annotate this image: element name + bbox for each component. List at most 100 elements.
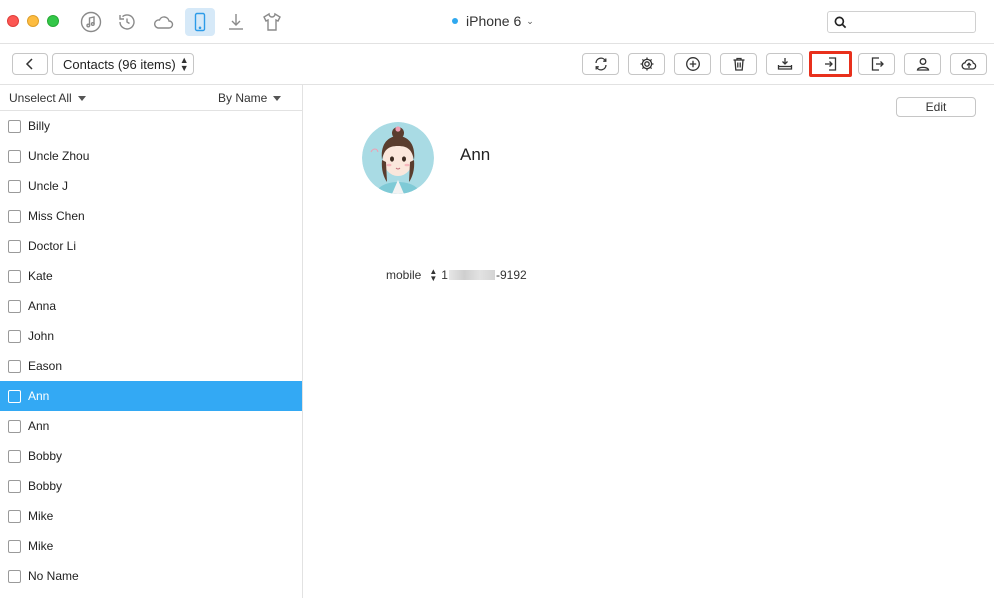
upload-cloud-button[interactable] bbox=[950, 53, 987, 75]
redacted-digits bbox=[448, 270, 495, 280]
phone-icon[interactable] bbox=[185, 8, 215, 36]
settings-button[interactable] bbox=[628, 53, 665, 75]
contact-checkbox[interactable] bbox=[8, 269, 21, 283]
contact-name-label: Billy bbox=[28, 119, 51, 133]
add-icon bbox=[685, 57, 700, 71]
unselect-all-dropdown[interactable]: Unselect All bbox=[9, 91, 86, 105]
contact-name-label: John bbox=[28, 329, 55, 343]
list-item[interactable]: Doctor Li bbox=[0, 231, 302, 261]
add-button[interactable] bbox=[674, 53, 711, 75]
contact-name: Ann bbox=[460, 145, 491, 164]
window-close-button[interactable] bbox=[7, 15, 19, 27]
unselect-all-label: Unselect All bbox=[9, 91, 72, 105]
contact-list: Billy Uncle Zhou Uncle J Miss Chen Doctor Li… bbox=[0, 111, 302, 591]
list-item[interactable]: Mike bbox=[0, 531, 302, 561]
contact-name-label: Miss Chen bbox=[28, 209, 85, 223]
delete-button[interactable] bbox=[720, 53, 757, 75]
to-device-button[interactable] bbox=[766, 53, 803, 75]
updown-icon: ▲ ▼ bbox=[179, 55, 189, 73]
contact-name-label: Kate bbox=[28, 269, 53, 283]
list-item[interactable]: Miss Chen bbox=[0, 201, 302, 231]
window-maximize-button[interactable] bbox=[47, 15, 59, 27]
phone-suffix: -9192 bbox=[495, 268, 527, 282]
contact-checkbox[interactable] bbox=[8, 569, 21, 583]
list-item[interactable]: Ann bbox=[0, 411, 302, 441]
toolbar: Contacts (96 items) ▲ ▼ bbox=[0, 44, 994, 85]
contact-name-label: Uncle Zhou bbox=[28, 149, 90, 163]
phone-value: 1 -9192 bbox=[441, 268, 526, 282]
contact-checkbox[interactable] bbox=[8, 539, 21, 553]
search-icon bbox=[834, 16, 847, 29]
cloud-icon[interactable] bbox=[148, 8, 178, 36]
contact-name-label: Mike bbox=[28, 509, 54, 523]
phone-label: mobile bbox=[386, 268, 422, 282]
contact-name-label: Anna bbox=[28, 299, 57, 313]
list-item[interactable]: Anna bbox=[0, 291, 302, 321]
upload-cloud-icon bbox=[961, 59, 976, 70]
device-status-dot bbox=[452, 18, 458, 24]
list-item[interactable]: Eason bbox=[0, 351, 302, 381]
contact-checkbox[interactable] bbox=[8, 149, 21, 163]
contact-checkbox[interactable] bbox=[8, 329, 21, 343]
search-input[interactable] bbox=[827, 11, 976, 33]
contact-checkbox[interactable] bbox=[8, 419, 21, 433]
settings-icon bbox=[640, 57, 653, 71]
list-item[interactable]: Uncle J bbox=[0, 171, 302, 201]
refresh-button[interactable] bbox=[582, 53, 619, 75]
contact-detail: Edit Ann mobile ▲ ▼ 1 -9192 bbox=[303, 85, 994, 598]
export-icon bbox=[871, 57, 884, 71]
tshirt-icon[interactable] bbox=[257, 8, 287, 36]
contact-checkbox[interactable] bbox=[8, 449, 21, 463]
delete-icon bbox=[733, 57, 744, 71]
list-item[interactable]: Mike bbox=[0, 501, 302, 531]
contact-icon bbox=[916, 58, 929, 71]
contact-checkbox[interactable] bbox=[8, 239, 21, 253]
edit-button[interactable]: Edit bbox=[896, 97, 976, 117]
contact-button[interactable] bbox=[904, 53, 941, 75]
list-item[interactable]: Billy bbox=[0, 111, 302, 141]
refresh-icon bbox=[594, 57, 607, 71]
music-icon[interactable] bbox=[76, 8, 106, 36]
label-type-stepper[interactable]: ▲ ▼ bbox=[429, 268, 437, 283]
category-select[interactable]: Contacts (96 items) ▲ ▼ bbox=[52, 53, 194, 75]
list-item[interactable]: Kate bbox=[0, 261, 302, 291]
contact-name-label: Ann bbox=[28, 419, 50, 433]
contact-checkbox[interactable] bbox=[8, 479, 21, 493]
contact-checkbox[interactable] bbox=[8, 359, 21, 373]
contact-name-label: Mike bbox=[28, 539, 54, 553]
import-icon bbox=[824, 57, 836, 71]
caret-down-icon bbox=[273, 96, 282, 102]
restore-icon[interactable] bbox=[112, 8, 142, 36]
back-button[interactable] bbox=[12, 53, 48, 75]
download-icon[interactable] bbox=[221, 8, 251, 36]
list-item[interactable]: Bobby bbox=[0, 471, 302, 501]
contact-name-label: Ann bbox=[28, 389, 50, 403]
list-item[interactable]: Ann bbox=[0, 381, 302, 411]
phone-prefix: 1 bbox=[441, 268, 448, 282]
contact-checkbox[interactable] bbox=[8, 509, 21, 523]
contact-name-label: Doctor Li bbox=[28, 239, 77, 253]
sort-label: By Name bbox=[218, 91, 268, 105]
contact-checkbox[interactable] bbox=[8, 299, 21, 313]
phone-field: mobile ▲ ▼ 1 -9192 bbox=[386, 268, 527, 283]
contact-checkbox[interactable] bbox=[8, 179, 21, 193]
import-button[interactable] bbox=[809, 51, 852, 77]
list-item[interactable]: Uncle Zhou bbox=[0, 141, 302, 171]
contact-checkbox[interactable] bbox=[8, 119, 21, 133]
contacts-sidebar: Unselect All By Name Billy Uncle Zhou Uncl… bbox=[0, 85, 303, 598]
sort-dropdown[interactable]: By Name bbox=[218, 91, 282, 105]
device-selector[interactable]: iPhone 6 ⌄ bbox=[452, 13, 534, 29]
contact-checkbox[interactable] bbox=[8, 389, 21, 403]
contact-name-label: Bobby bbox=[28, 449, 63, 463]
sidebar-header: Unselect All By Name bbox=[0, 85, 302, 111]
window-minimize-button[interactable] bbox=[27, 15, 39, 27]
list-item[interactable]: No Name bbox=[0, 561, 302, 591]
category-label: Contacts (96 items) bbox=[63, 56, 176, 72]
list-item[interactable]: John bbox=[0, 321, 302, 351]
chevron-down-icon: ⌄ bbox=[526, 15, 534, 26]
contact-checkbox[interactable] bbox=[8, 209, 21, 223]
contact-avatar bbox=[362, 122, 434, 194]
chevron-left-icon bbox=[25, 58, 33, 70]
export-button[interactable] bbox=[858, 53, 895, 75]
list-item[interactable]: Bobby bbox=[0, 441, 302, 471]
